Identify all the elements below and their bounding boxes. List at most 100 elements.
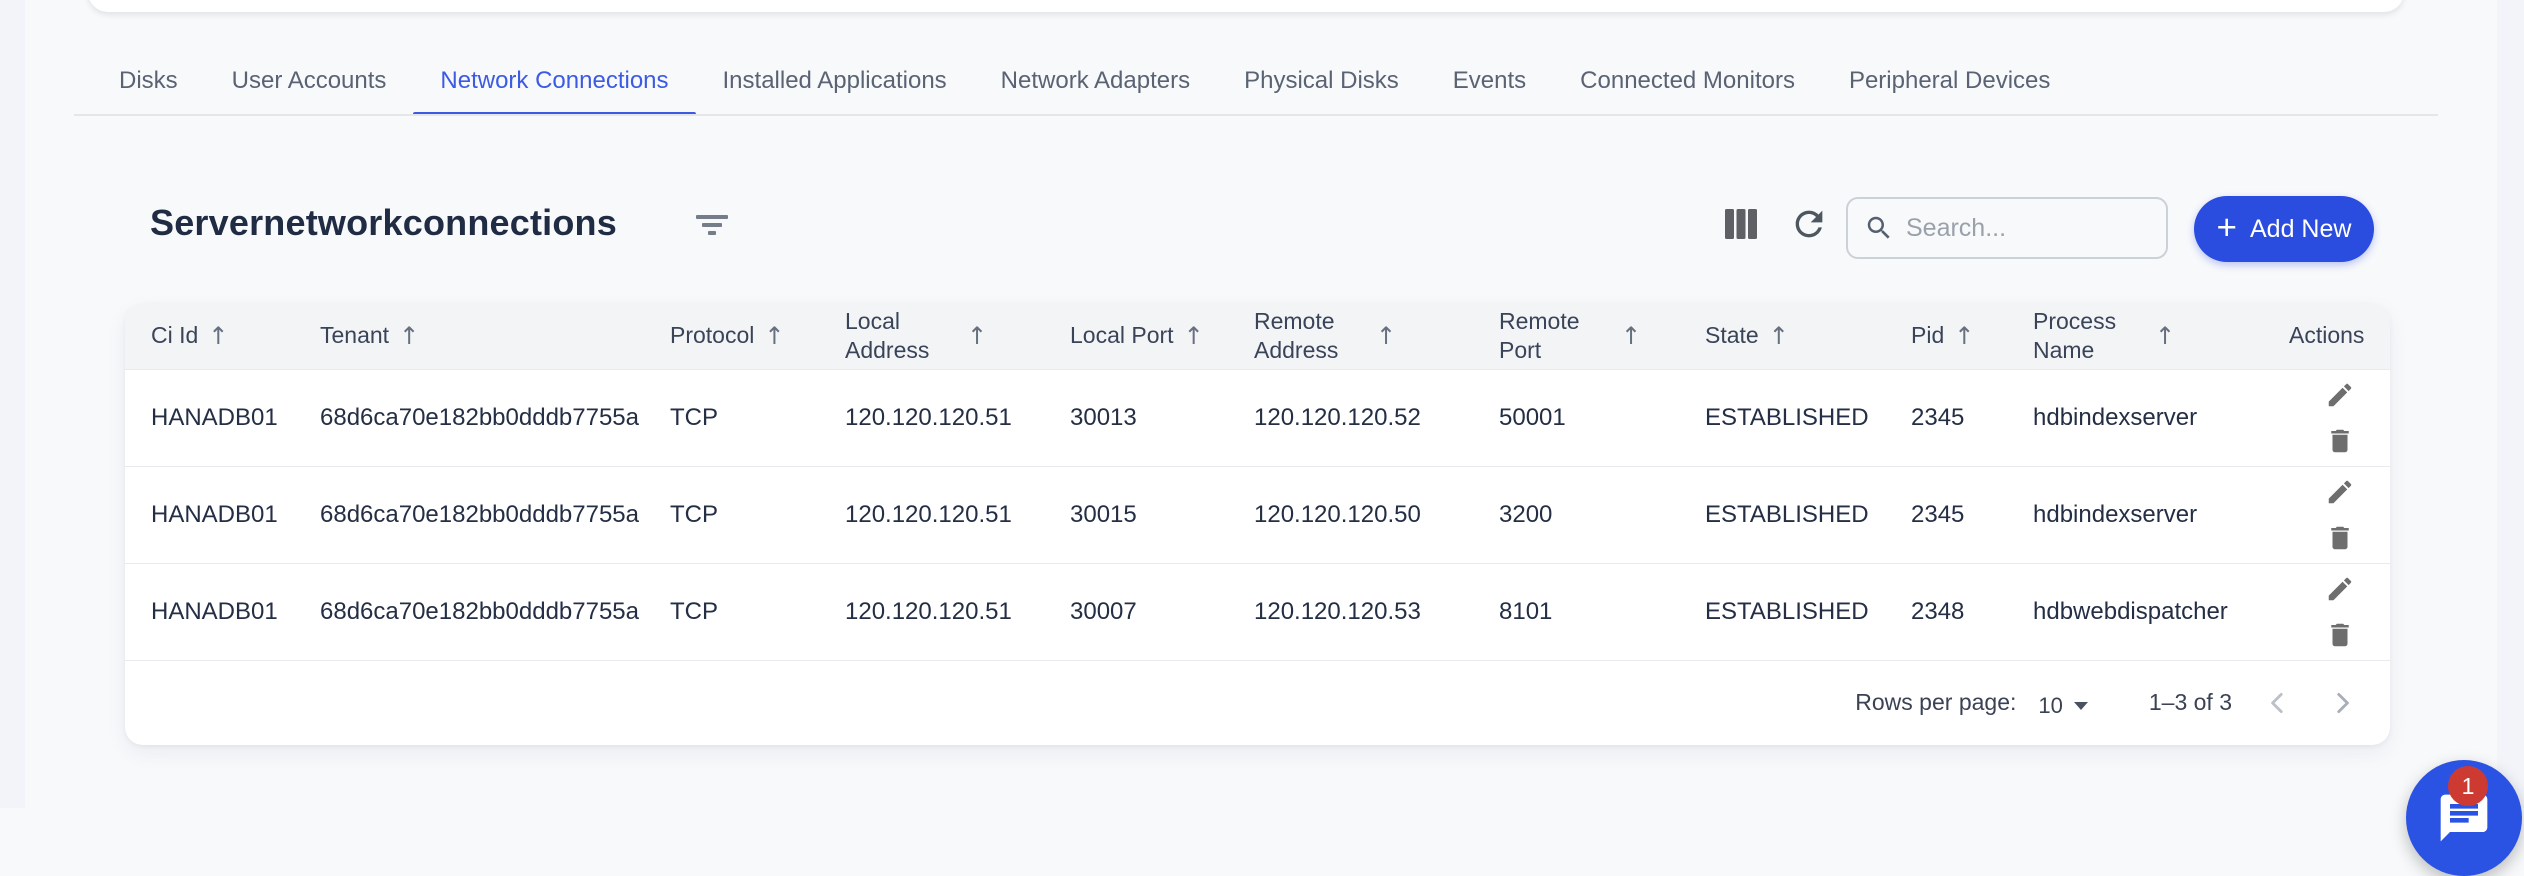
table-row: HANADB0168d6ca70e182bb0dddb7755aTCP 120.1… (125, 563, 2390, 660)
tab-events[interactable]: Events (1426, 46, 1553, 116)
cell-ci_id: HANADB01 (151, 404, 320, 432)
cell-remote_port: 8101 (1499, 598, 1705, 626)
filter-list-icon (693, 210, 731, 240)
cell-tenant: 68d6ca70e182bb0dddb7755a (320, 598, 670, 626)
column-header-process_name[interactable]: Process Name ↑ (2033, 307, 2289, 366)
cell-protocol: TCP (670, 598, 845, 626)
trash-icon (2325, 426, 2355, 456)
sort-asc-icon: ↑ (1769, 322, 1789, 350)
cell-protocol: TCP (670, 501, 845, 529)
pagination-next-button[interactable] (2324, 685, 2360, 721)
add-new-label: Add New (2250, 215, 2351, 244)
tab-physical-disks[interactable]: Physical Disks (1217, 46, 1426, 116)
table-row: HANADB0168d6ca70e182bb0dddb7755aTCP120.1… (125, 466, 2390, 563)
column-header-ci_id[interactable]: Ci Id ↑ (151, 321, 320, 350)
cell-pid: 2348 (1911, 598, 2033, 626)
tab-bar: DisksUser AccountsNetwork ConnectionsIns… (92, 46, 2077, 116)
view-columns-button[interactable] (1718, 202, 1764, 246)
column-header-remote_address[interactable]: Remote Address↑ (1254, 307, 1499, 366)
sort-asc-icon: ↑ (764, 322, 784, 350)
cell-process_name: hdbindexserver (2033, 501, 2289, 529)
cell-local_port: 30007 (1070, 598, 1254, 626)
table-body: HANADB0168d6ca70e182bb0dddb7755aTCP120.1… (125, 369, 2390, 660)
plus-icon: + (2217, 210, 2237, 245)
search-box (1846, 197, 2168, 259)
sort-asc-icon: ↑ (208, 322, 228, 350)
cell-local_port: 30013 (1070, 404, 1254, 432)
edit-pencil-icon (2325, 574, 2355, 604)
table-footer: Rows per page: 10 1–3 of 3 (125, 660, 2390, 744)
column-label: Remote Port (1499, 307, 1611, 366)
column-header-tenant[interactable]: Tenant ↑ (320, 321, 670, 350)
column-header-protocol[interactable]: Protocol ↑ (670, 321, 845, 350)
edit-button[interactable] (2322, 379, 2358, 411)
tab-network-connections[interactable]: Network Connections (413, 46, 695, 116)
chevron-right-icon (2329, 690, 2355, 716)
sort-asc-icon: ↑ (2155, 322, 2175, 350)
column-header-state[interactable]: State ↑ (1705, 321, 1911, 350)
trash-icon (2325, 620, 2355, 650)
tab-disks[interactable]: Disks (92, 46, 205, 116)
cell-remote_address: 120.120.120.53 (1254, 598, 1499, 626)
rows-per-page-label: Rows per page: (1855, 689, 2016, 716)
sort-asc-icon: ↑ (1184, 322, 1204, 350)
trash-icon (2325, 523, 2355, 553)
cell-tenant: 68d6ca70e182bb0dddb7755a (320, 501, 670, 529)
filter-button[interactable] (688, 204, 736, 246)
edit-button[interactable] (2322, 573, 2358, 605)
column-label: Protocol (670, 321, 754, 350)
tab-network-adapters[interactable]: Network Adapters (974, 46, 1217, 116)
cell-pid: 2345 (1911, 404, 2033, 432)
column-header-pid[interactable]: Pid↑ (1911, 321, 2033, 350)
cell-process_name: hdbwebdispatcher (2033, 598, 2289, 626)
cell-ci_id: HANADB01 (151, 501, 320, 529)
tab-user-accounts[interactable]: User Accounts (205, 46, 414, 116)
tab-peripheral-devices[interactable]: Peripheral Devices (1822, 46, 2077, 116)
chevron-left-icon (2265, 690, 2291, 716)
sort-asc-icon: ↑ (1621, 322, 1641, 350)
cell-state: ESTABLISHED (1705, 501, 1911, 529)
cell-local_address: 120.120.120.51 (845, 501, 1070, 529)
caret-down-icon (2073, 701, 2089, 711)
add-new-button[interactable]: + Add New (2194, 196, 2374, 262)
column-label: Tenant (320, 321, 389, 350)
previous-card-edge (88, 0, 2404, 12)
rows-per-page-select[interactable]: 10 (2038, 693, 2088, 719)
cell-remote_port: 50001 (1499, 404, 1705, 432)
delete-button[interactable] (2322, 619, 2358, 651)
cell-ci_id: HANADB01 (151, 598, 320, 626)
refresh-icon (1789, 204, 1829, 244)
search-input[interactable] (1906, 214, 2150, 243)
sort-asc-icon: ↑ (399, 322, 419, 350)
column-header-local_port[interactable]: Local Port ↑ (1070, 321, 1254, 350)
tab-bar-divider (74, 114, 2438, 116)
cell-local_address: 120.120.120.51 (845, 404, 1070, 432)
edit-button[interactable] (2322, 476, 2358, 508)
tab-connected-monitors[interactable]: Connected Monitors (1553, 46, 1822, 116)
column-label: Ci Id (151, 321, 198, 350)
pagination-prev-button[interactable] (2260, 685, 2296, 721)
sort-asc-icon: ↑ (1376, 322, 1396, 350)
tab-installed-applications[interactable]: Installed Applications (696, 46, 974, 116)
cell-process_name: hdbindexserver (2033, 404, 2289, 432)
refresh-button[interactable] (1786, 202, 1832, 246)
column-label: Process Name (2033, 307, 2145, 366)
column-label: Actions (2289, 321, 2364, 350)
column-label: Local Address (845, 307, 957, 366)
cell-state: ESTABLISHED (1705, 404, 1911, 432)
column-header-remote_port[interactable]: Remote Port ↑ (1499, 307, 1705, 366)
column-label: Local Port (1070, 321, 1174, 350)
cell-pid: 2345 (1911, 501, 2033, 529)
table-header-row: Ci Id↑Tenant↑Protocol↑Local Address↑Loca… (125, 303, 2390, 369)
cell-local_port: 30015 (1070, 501, 1254, 529)
cell-remote_address: 120.120.120.52 (1254, 404, 1499, 432)
column-header-local_address[interactable]: Local Address↑ (845, 307, 1070, 366)
column-header-actions: Actions (2289, 321, 2390, 350)
delete-button[interactable] (2322, 425, 2358, 457)
data-table-card: Ci Id↑Tenant↑Protocol↑Local Address↑Loca… (125, 303, 2390, 745)
pagination-range-label: 1–3 of 3 (2149, 689, 2232, 716)
delete-button[interactable] (2322, 522, 2358, 554)
cell-protocol: TCP (670, 404, 845, 432)
cell-remote_address: 120.120.120.50 (1254, 501, 1499, 529)
column-label: State (1705, 321, 1759, 350)
